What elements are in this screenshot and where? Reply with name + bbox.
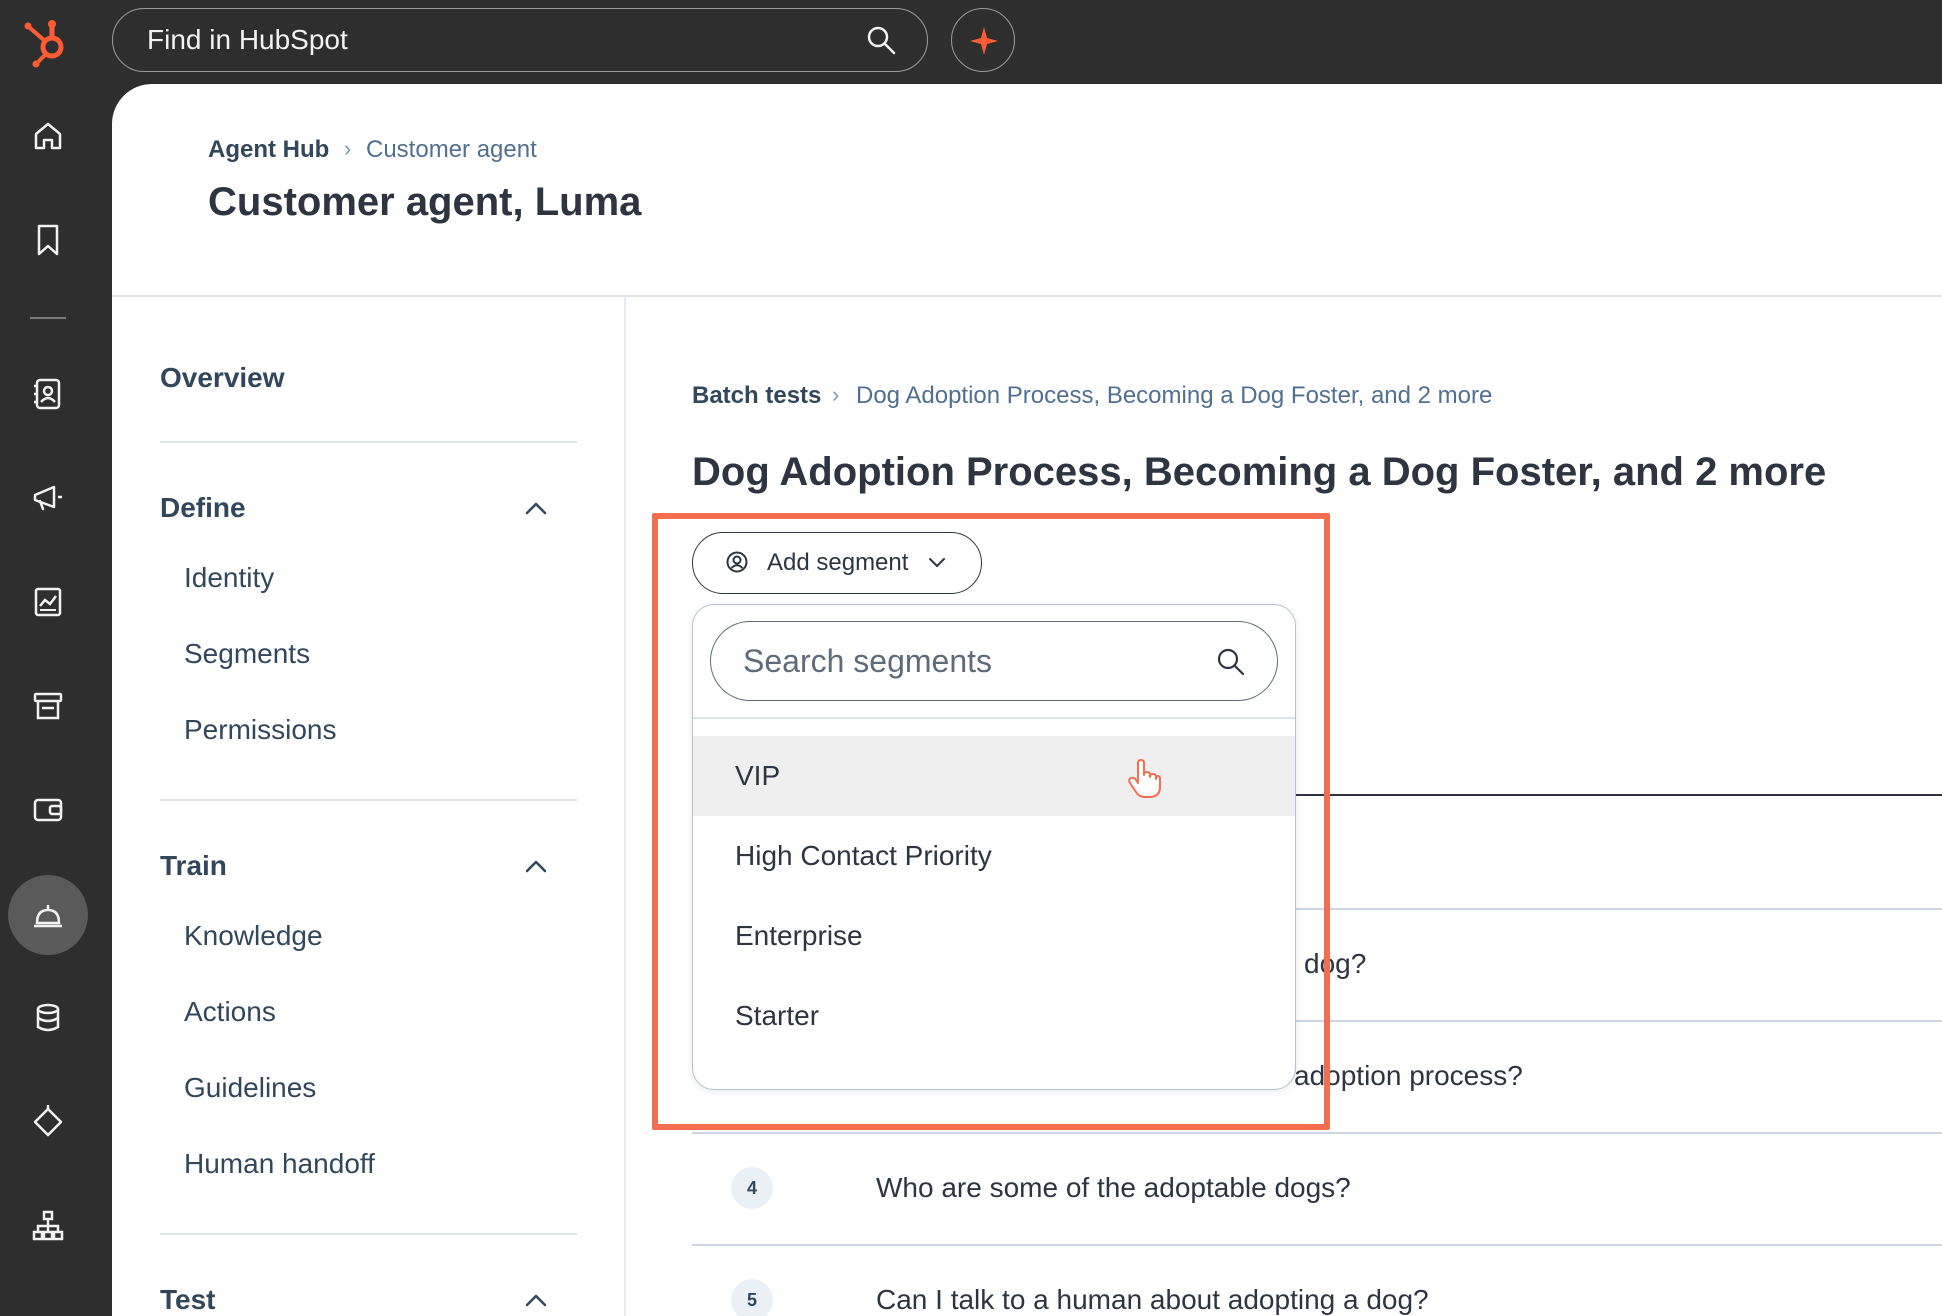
subnav-section-train[interactable]: Train [160, 850, 227, 882]
org-chart-icon[interactable] [26, 1204, 70, 1248]
reports-icon[interactable] [26, 580, 70, 624]
subnav-divider [160, 799, 577, 801]
batch-test-title: Dog Adoption Process, Becoming a Dog Fos… [692, 450, 1827, 494]
marketing-icon[interactable] [26, 476, 70, 520]
chevron-up-icon[interactable] [520, 850, 552, 882]
copilot-button[interactable] [951, 8, 1015, 72]
sparkle-icon [970, 27, 998, 55]
breadcrumb-customer-agent: Customer agent [366, 136, 537, 163]
subnav-item-segments[interactable]: Segments [184, 638, 310, 670]
breadcrumb-agent-hub[interactable]: Agent Hub [208, 136, 329, 164]
table-row-question[interactable]: Who are some of the adoptable dogs? [876, 1172, 1351, 1204]
subnav-divider [624, 297, 626, 1316]
table-row-question[interactable]: Can I talk to a human about adopting a d… [876, 1284, 1429, 1316]
highlight-annotation [652, 513, 1330, 1130]
subnav-item-human-handoff[interactable]: Human handoff [184, 1148, 375, 1180]
header-divider [112, 295, 1942, 297]
wallet-icon[interactable] [26, 788, 70, 832]
bookmark-icon[interactable] [26, 218, 70, 262]
search-icon[interactable] [865, 24, 897, 56]
service-icon[interactable] [26, 893, 70, 937]
chevron-up-icon[interactable] [520, 1284, 552, 1316]
rail-divider [30, 317, 66, 319]
global-search-placeholder: Find in HubSpot [147, 24, 348, 55]
home-icon[interactable] [26, 114, 70, 158]
contacts-icon[interactable] [26, 372, 70, 416]
chevron-up-icon[interactable] [520, 492, 552, 524]
subnav-item-guidelines[interactable]: Guidelines [184, 1072, 316, 1104]
table-header-line [1290, 794, 1942, 796]
row-number-badge: 4 [731, 1167, 773, 1209]
subnav-item-knowledge[interactable]: Knowledge [184, 920, 323, 952]
table-row-divider [692, 1244, 1942, 1246]
breadcrumb-batch-test-name: Dog Adoption Process, Becoming a Dog Fos… [856, 382, 1493, 409]
commerce-icon[interactable] [26, 684, 70, 728]
breadcrumb-chevron-icon: › [832, 382, 840, 407]
page-title: Customer agent, Luma [208, 180, 642, 224]
subnav-divider [160, 1233, 577, 1235]
subnav-item-identity[interactable]: Identity [184, 562, 274, 594]
global-search-input[interactable]: Find in HubSpot [112, 8, 928, 72]
subnav-overview[interactable]: Overview [160, 362, 285, 394]
subnav-item-permissions[interactable]: Permissions [184, 714, 336, 746]
row-number-badge: 5 [731, 1279, 773, 1316]
subnav-section-test[interactable]: Test [160, 1284, 216, 1316]
breadcrumb-chevron-icon: › [344, 136, 352, 161]
subnav-item-actions[interactable]: Actions [184, 996, 276, 1028]
automation-icon[interactable] [26, 1100, 70, 1144]
hubspot-logo-icon[interactable] [18, 14, 74, 70]
subnav-section-define[interactable]: Define [160, 492, 246, 524]
subnav-divider [160, 441, 577, 443]
data-icon[interactable] [26, 996, 70, 1040]
table-row-divider [692, 1132, 1942, 1134]
breadcrumb-batch-tests[interactable]: Batch tests [692, 382, 821, 410]
